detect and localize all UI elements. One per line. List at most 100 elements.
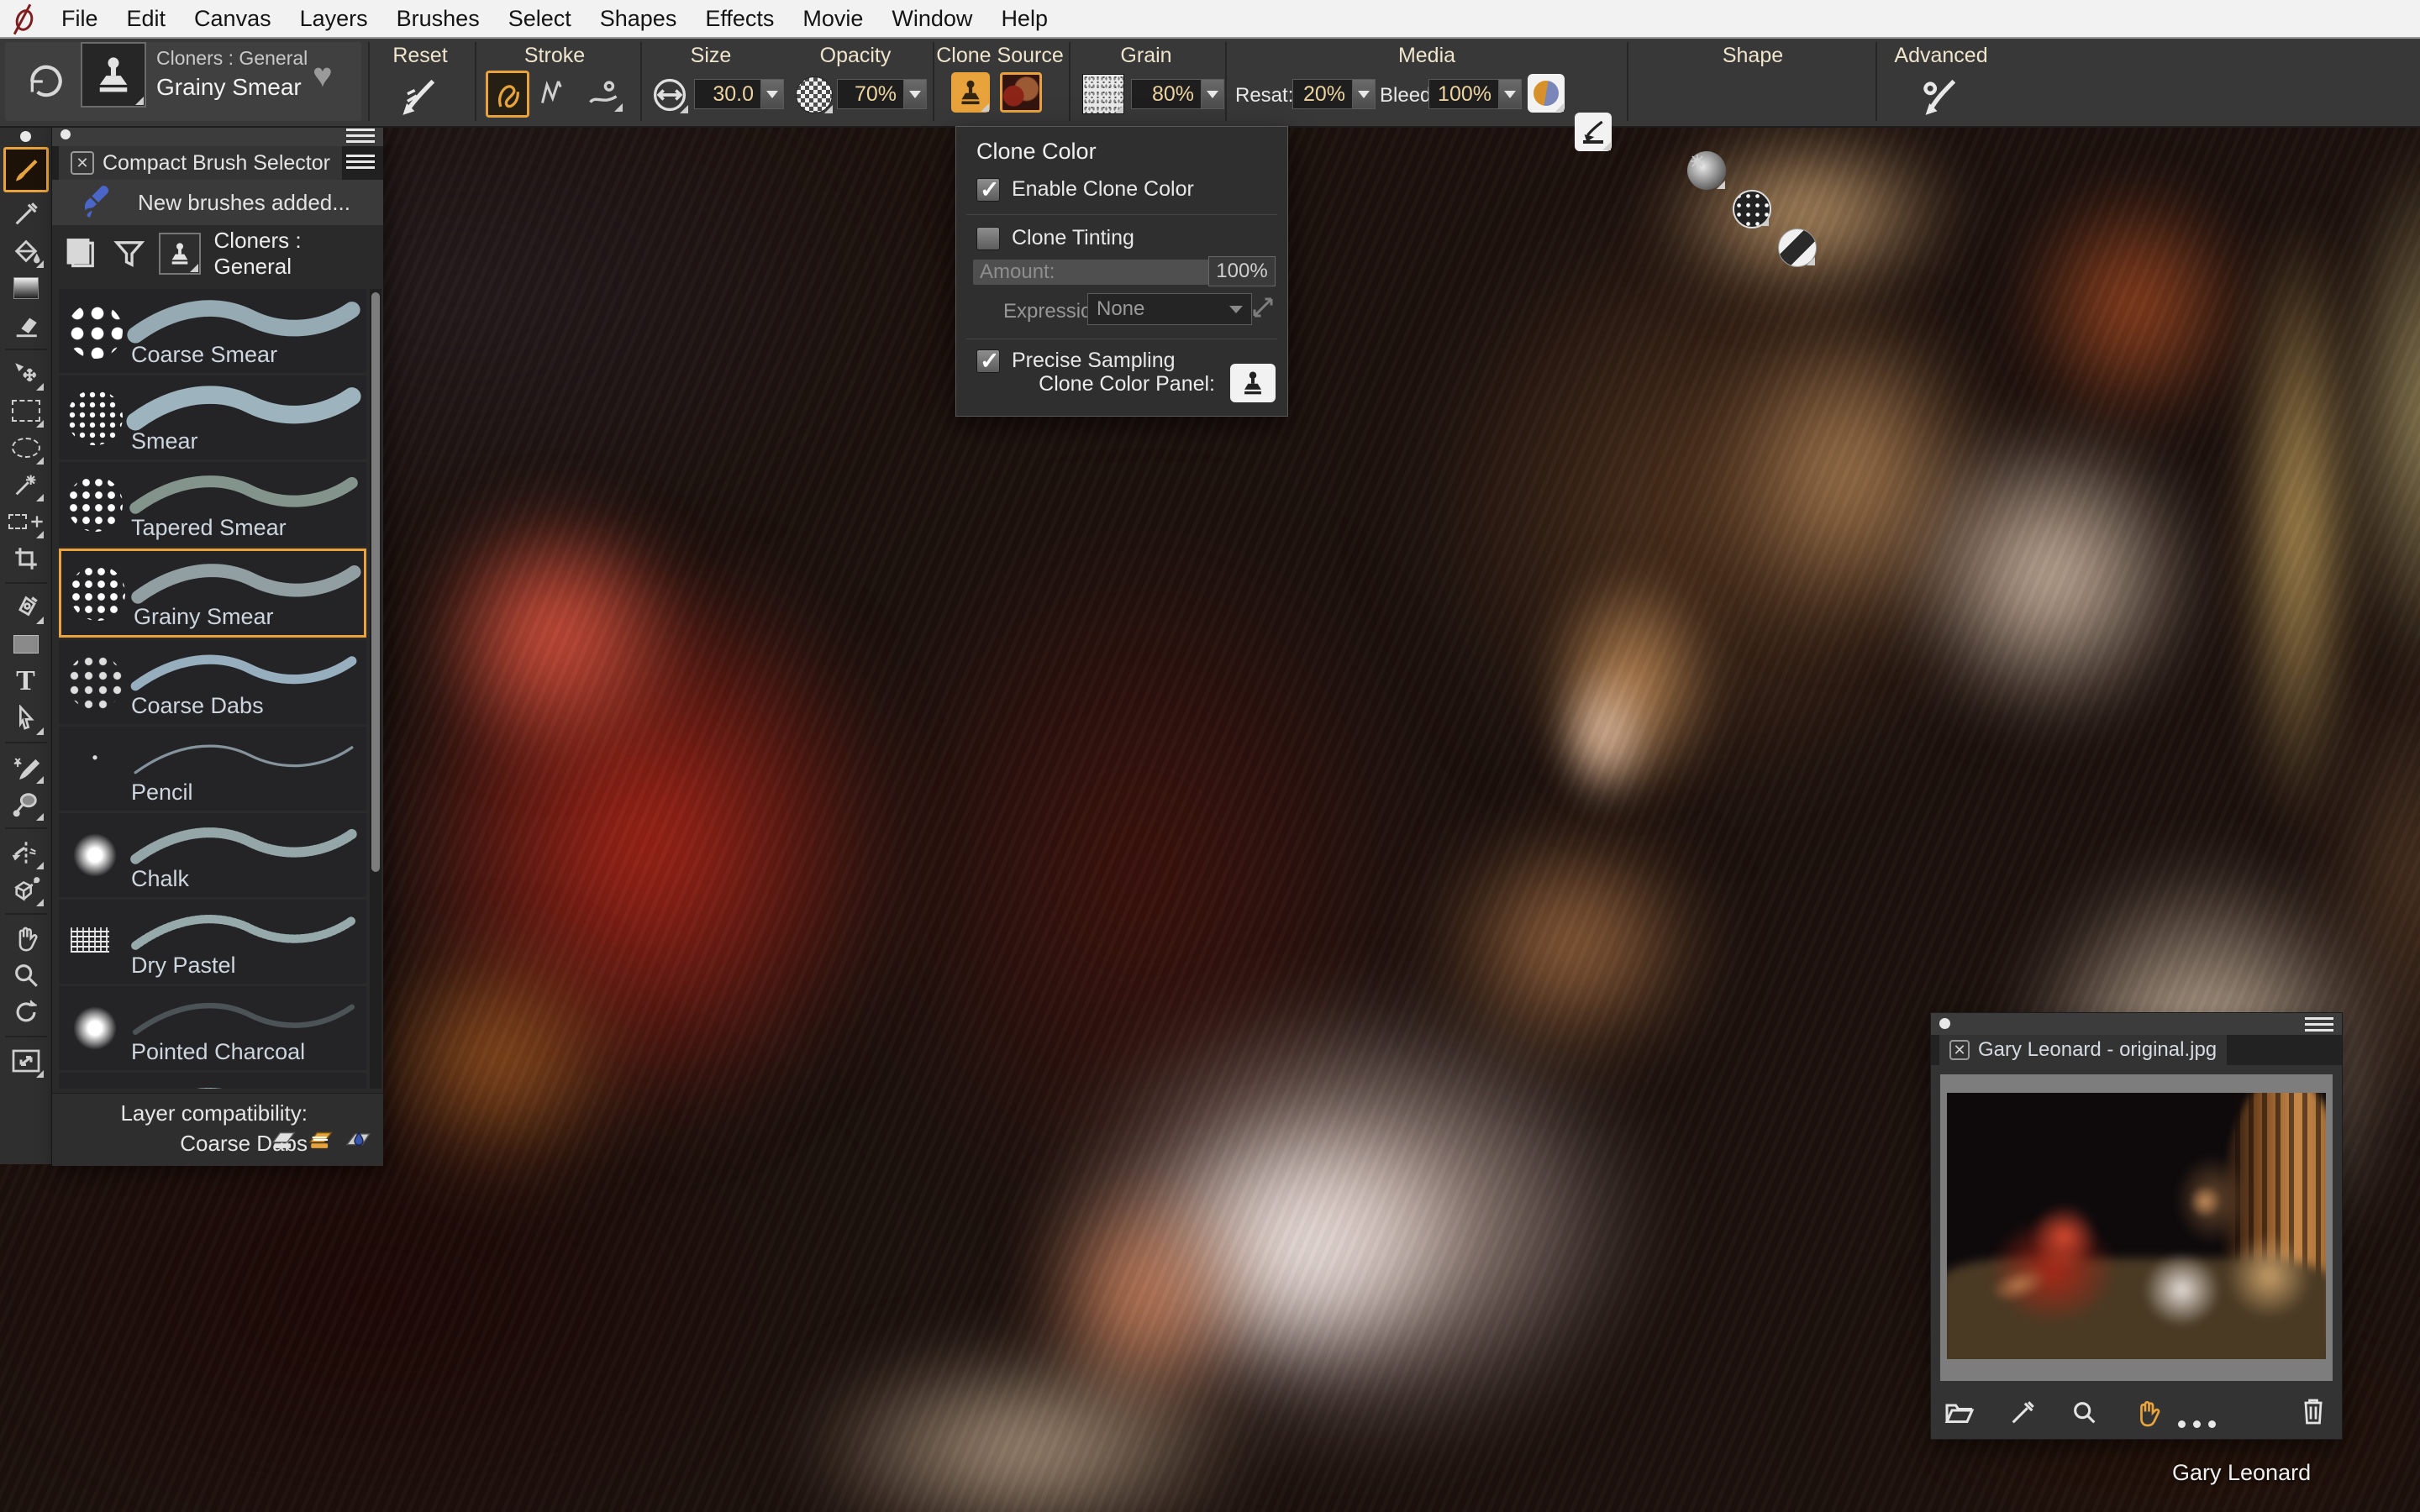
close-tab-icon[interactable] (71, 151, 94, 175)
size-value[interactable]: 30.0 (694, 79, 784, 109)
advanced-brush-settings-button[interactable] (1918, 74, 1961, 118)
magnifier-tool[interactable] (7, 958, 45, 992)
grain-dropdown-arrow[interactable] (1202, 79, 1224, 109)
bleed-dropdown-arrow[interactable] (1499, 79, 1522, 109)
grain-thumbnail[interactable] (1082, 74, 1124, 114)
new-brushes-banner[interactable]: New brushes added... (52, 180, 383, 225)
lasso-tool[interactable] (7, 431, 45, 465)
open-source-folder-icon[interactable] (1944, 1399, 1975, 1426)
size-icon[interactable] (650, 76, 689, 114)
size-dropdown-arrow[interactable] (761, 79, 784, 109)
dropper-tool[interactable] (7, 197, 45, 231)
clone-tinting-row[interactable]: Clone Tinting (976, 226, 1134, 250)
tab-source-image[interactable]: Gary Leonard - original.jpg (1939, 1035, 2227, 1065)
brush-panel-titlebar[interactable] (52, 124, 383, 147)
crop-tool[interactable] (7, 542, 45, 575)
opacity-dropdown-arrow[interactable] (904, 79, 927, 109)
brush-item-coarse-smear[interactable]: Coarse Smear (59, 289, 366, 373)
paint-bucket-tool[interactable] (7, 234, 45, 268)
cloner-tool[interactable] (7, 750, 45, 784)
perspective-guides-tool[interactable] (7, 873, 45, 906)
source-image-thumbnail[interactable] (1947, 1093, 2326, 1359)
tab-compact-brush-selector[interactable]: Compact Brush Selector (59, 146, 342, 180)
close-tab-icon[interactable] (1949, 1040, 1970, 1060)
favorite-heart-icon[interactable] (313, 57, 333, 95)
menu-canvas[interactable]: Canvas (180, 6, 286, 32)
source-panel-titlebar[interactable] (1931, 1013, 2342, 1036)
shape-selection-tool[interactable] (7, 701, 45, 735)
brush-item-grainy-smear[interactable]: Grainy Smear (59, 549, 366, 638)
clone-tinting-checkbox[interactable] (976, 227, 1000, 250)
bleed-value[interactable]: 100% (1428, 79, 1522, 109)
brush-item-dry-pastel[interactable]: Dry Pastel (59, 900, 366, 984)
shape-dab-icon[interactable] (1687, 151, 1726, 190)
delete-source-trash-icon[interactable] (2300, 1395, 2327, 1425)
brush-item-smear[interactable]: Smear (59, 375, 366, 459)
rect-shape-tool[interactable] (7, 627, 45, 661)
panel-menu-icon[interactable] (346, 129, 375, 143)
stroke-straight-button[interactable] (531, 71, 570, 113)
pen-tool[interactable] (7, 591, 45, 624)
expression-settings-icon[interactable] (1250, 295, 1276, 320)
reset-brush-button[interactable] (397, 74, 440, 118)
restore-default-icon[interactable] (25, 60, 67, 102)
shape-eraser-icon[interactable] (1778, 228, 1817, 267)
brush-item-partial[interactable] (59, 1073, 366, 1089)
brush-item-chalk[interactable]: Chalk (59, 813, 366, 897)
panel-menu-icon[interactable] (2305, 1017, 2333, 1032)
pan-hand-icon[interactable] (2133, 1398, 2163, 1428)
brush-item-tapered-smear[interactable]: Tapered Smear (59, 462, 366, 546)
amount-value[interactable]: 100% (1208, 256, 1276, 286)
opacity-icon[interactable] (795, 76, 834, 114)
panel-drag-dot[interactable] (60, 129, 71, 139)
mirror-painting-tool[interactable] (7, 836, 45, 869)
tab-menu-icon[interactable] (346, 155, 375, 169)
brush-item-pointed-charcoal[interactable]: Pointed Charcoal (59, 986, 366, 1070)
expression-dropdown[interactable]: None (1087, 293, 1252, 325)
scrollbar-thumb[interactable] (371, 292, 380, 872)
eraser-tool[interactable] (7, 308, 45, 342)
selection-adjuster-tool[interactable] (7, 505, 45, 538)
clone-color-panel-button[interactable] (1230, 364, 1276, 402)
enable-clone-color-checkbox[interactable] (976, 178, 1000, 202)
layer-adjuster-tool[interactable] (7, 357, 45, 391)
toolbox-drag-dot[interactable] (20, 131, 31, 142)
rotate-page-tool[interactable] (7, 995, 45, 1029)
precise-sampling-row[interactable]: Precise Sampling (976, 349, 1176, 373)
sample-dropper-icon[interactable] (2008, 1399, 2037, 1427)
rubber-stamp-tool[interactable] (7, 787, 45, 821)
menu-shapes[interactable]: Shapes (586, 6, 692, 32)
resat-value[interactable]: 20% (1292, 79, 1376, 109)
brush-tool[interactable] (3, 147, 49, 192)
media-brush-loading-icon[interactable] (1575, 113, 1612, 151)
zoom-source-icon[interactable] (2070, 1399, 2099, 1427)
clone-source-image-button[interactable] (1000, 72, 1042, 113)
menu-movie[interactable]: Movie (788, 6, 877, 32)
shape-grain-icon[interactable] (1733, 190, 1771, 228)
filter-funnel-icon[interactable] (113, 235, 146, 272)
media-blend-icon[interactable] (1528, 74, 1565, 113)
menu-select[interactable]: Select (494, 6, 586, 32)
menu-help[interactable]: Help (986, 6, 1062, 32)
enable-clone-color-row[interactable]: Enable Clone Color (976, 177, 1194, 202)
amount-slider[interactable]: Amount: (973, 260, 1217, 285)
menu-effects[interactable]: Effects (691, 6, 788, 32)
menu-file[interactable]: File (47, 6, 113, 32)
grabber-hand-tool[interactable] (7, 921, 45, 955)
menu-edit[interactable]: Edit (113, 6, 181, 32)
brush-variant-thumbnail[interactable] (81, 42, 146, 108)
opacity-value[interactable]: 70% (837, 79, 927, 109)
text-tool[interactable] (7, 664, 45, 698)
grain-value[interactable]: 80% (1131, 79, 1224, 109)
gradient-tool[interactable] (7, 271, 45, 305)
magic-wand-tool[interactable] (7, 468, 45, 501)
brush-library-icon[interactable] (62, 235, 99, 272)
precise-sampling-checkbox[interactable] (976, 349, 1000, 373)
brush-list-scrollbar[interactable] (370, 289, 381, 1089)
menu-window[interactable]: Window (877, 6, 986, 32)
menu-brushes[interactable]: Brushes (382, 6, 494, 32)
rect-selection-tool[interactable] (7, 394, 45, 428)
brush-item-coarse-dabs[interactable]: Coarse Dabs (59, 640, 366, 724)
category-stamp-icon[interactable] (159, 233, 200, 275)
stroke-freehand-button[interactable] (486, 71, 529, 118)
